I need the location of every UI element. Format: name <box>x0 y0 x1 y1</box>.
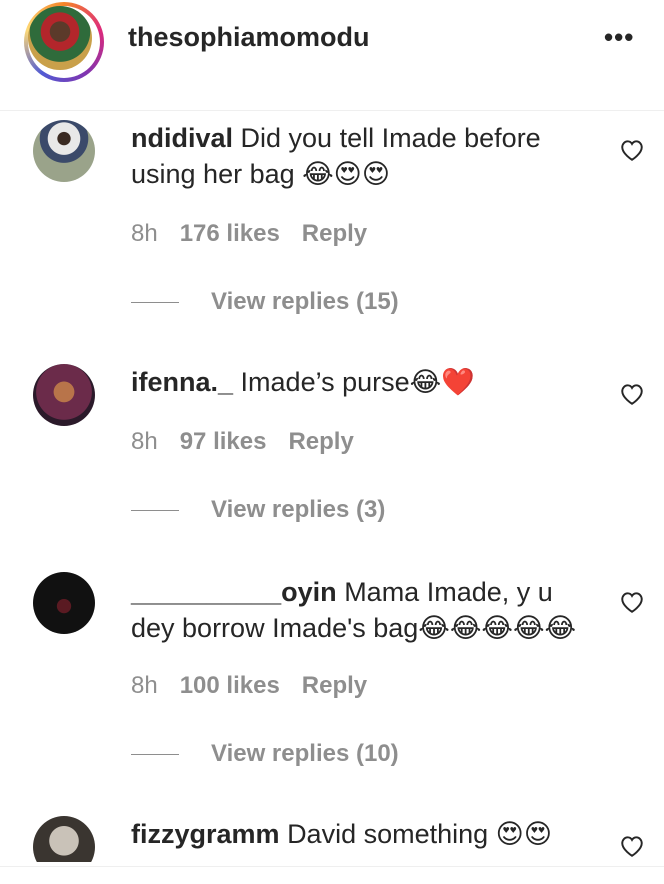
bottom-divider <box>0 866 664 867</box>
commenter-avatar[interactable] <box>33 816 95 862</box>
comment-item: fizzygramm David something 😍😍 <box>0 0 664 862</box>
comment-username[interactable]: fizzygramm <box>131 819 280 849</box>
comment-text: David something 😍😍 <box>287 819 552 849</box>
heart-icon[interactable] <box>619 834 645 858</box>
comment-body: fizzygramm David something 😍😍 <box>131 816 591 852</box>
